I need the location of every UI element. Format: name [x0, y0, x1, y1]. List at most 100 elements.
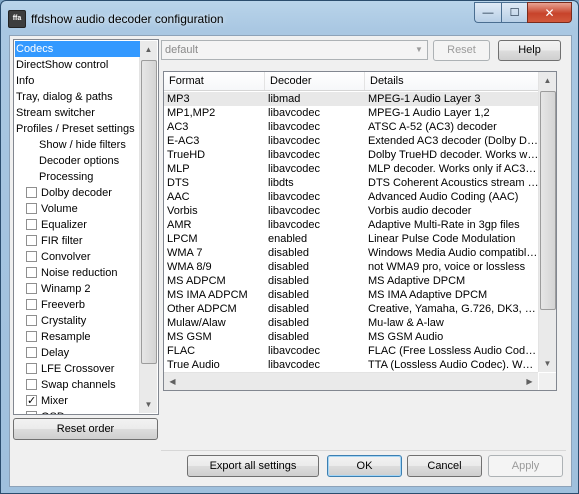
- table-row[interactable]: MS ADPCM disabled MS Adaptive DPCM: [164, 274, 539, 288]
- nav-item-osd[interactable]: OSD: [15, 409, 67, 414]
- close-button[interactable]: ✕: [527, 2, 572, 23]
- table-horizontal-scrollbar[interactable]: ◀ ▶: [164, 372, 538, 390]
- checkbox-icon[interactable]: [26, 331, 37, 342]
- table-row[interactable]: AC3 libavcodec ATSC A-52 (AC3) decoder: [164, 120, 539, 134]
- nav-item-processing[interactable]: Processing: [15, 169, 95, 185]
- checkbox-icon[interactable]: [26, 267, 37, 278]
- scroll-up-icon[interactable]: ▲: [539, 72, 556, 89]
- decoder-cell[interactable]: disabled: [265, 274, 365, 288]
- column-header-format[interactable]: Format: [164, 72, 265, 90]
- decoder-cell[interactable]: libmad: [265, 92, 365, 106]
- checkbox-icon[interactable]: [26, 187, 37, 198]
- scroll-down-icon[interactable]: ▼: [140, 396, 157, 413]
- checkbox-icon[interactable]: [26, 219, 37, 230]
- nav-item-directshow-control[interactable]: DirectShow control: [15, 57, 110, 73]
- scroll-left-icon[interactable]: ◀: [164, 373, 181, 390]
- checkbox-icon[interactable]: [26, 411, 37, 414]
- checkbox-icon[interactable]: [26, 299, 37, 310]
- table-row[interactable]: Vorbis libavcodec Vorbis audio decoder: [164, 204, 539, 218]
- table-row[interactable]: AAC libavcodec Advanced Audio Coding (AAC): [164, 190, 539, 204]
- checkbox-icon[interactable]: [26, 379, 37, 390]
- table-row[interactable]: TrueHD libavcodec Dolby TrueHD decoder. Wo…: [164, 148, 539, 162]
- checkbox-icon[interactable]: [26, 283, 37, 294]
- nav-item-equalizer[interactable]: Equalizer: [15, 217, 89, 233]
- decoder-cell[interactable]: libavcodec: [265, 134, 365, 148]
- table-row[interactable]: MP1,MP2 libavcodec MPEG-1 Audio Layer 1,2: [164, 106, 539, 120]
- decoder-cell[interactable]: libavcodec: [265, 344, 365, 358]
- decoder-cell[interactable]: libavcodec: [265, 120, 365, 134]
- decoder-cell[interactable]: libavcodec: [265, 106, 365, 120]
- decoder-cell[interactable]: disabled: [265, 302, 365, 316]
- nav-item-winamp-2[interactable]: Winamp 2: [15, 281, 93, 297]
- checkbox-icon[interactable]: [26, 235, 37, 246]
- decoder-cell[interactable]: libavcodec: [265, 148, 365, 162]
- nav-item-stream-switcher[interactable]: Stream switcher: [15, 105, 97, 121]
- table-vscroll-thumb[interactable]: [540, 91, 556, 310]
- decoder-cell[interactable]: disabled: [265, 288, 365, 302]
- nav-item-volume[interactable]: Volume: [15, 201, 80, 217]
- export-all-settings-button[interactable]: Export all settings: [187, 455, 319, 477]
- table-row[interactable]: LPCM enabled Linear Pulse Code Modulation: [164, 232, 539, 246]
- table-row[interactable]: WMA 7 disabled Windows Media Audio compati…: [164, 246, 539, 260]
- table-row[interactable]: Mulaw/Alaw disabled Mu-law & A-law: [164, 316, 539, 330]
- decoder-cell[interactable]: libavcodec: [265, 218, 365, 232]
- nav-item-swap-channels[interactable]: Swap channels: [15, 377, 118, 393]
- nav-item-mixer[interactable]: Mixer: [15, 393, 70, 409]
- minimize-button[interactable]: —: [474, 2, 501, 23]
- column-header-decoder[interactable]: Decoder: [265, 72, 365, 90]
- nav-item-fir-filter[interactable]: FIR filter: [15, 233, 85, 249]
- nav-item-lfe-crossover[interactable]: LFE Crossover: [15, 361, 116, 377]
- nav-item-decoder-options[interactable]: Decoder options: [15, 153, 121, 169]
- table-row[interactable]: MP3 libmad MPEG-1 Audio Layer 3: [164, 92, 539, 106]
- decoder-cell[interactable]: libavcodec: [265, 204, 365, 218]
- table-row[interactable]: E-AC3 libavcodec Extended AC3 decoder (Dol…: [164, 134, 539, 148]
- nav-item-codecs[interactable]: Codecs: [15, 41, 140, 57]
- nav-vertical-scrollbar[interactable]: ▲ ▼: [139, 41, 157, 413]
- table-row[interactable]: DTS libdts DTS Coherent Acoustics stream d…: [164, 176, 539, 190]
- scroll-down-icon[interactable]: ▼: [539, 355, 556, 372]
- nav-item-noise-reduction[interactable]: Noise reduction: [15, 265, 119, 281]
- decoder-cell[interactable]: libavcodec: [265, 358, 365, 372]
- help-button[interactable]: Help: [498, 40, 561, 61]
- checkbox-icon[interactable]: [26, 251, 37, 262]
- checkbox-icon[interactable]: [26, 363, 37, 374]
- nav-item-info[interactable]: Info: [15, 73, 36, 89]
- checkbox-icon[interactable]: [26, 393, 37, 409]
- table-row[interactable]: True Audio libavcodec TTA (Lossless Audio …: [164, 358, 539, 372]
- column-header-details[interactable]: Details: [365, 72, 539, 90]
- nav-item-tray-dialog-paths[interactable]: Tray, dialog & paths: [15, 89, 115, 105]
- scroll-up-icon[interactable]: ▲: [140, 41, 157, 58]
- nav-item-resample[interactable]: Resample: [15, 329, 93, 345]
- codec-table[interactable]: Format Decoder Details MP3 libmad MPEG-1 A…: [163, 71, 557, 391]
- nav-item-crystality[interactable]: Crystality: [15, 313, 88, 329]
- decoder-cell[interactable]: libavcodec: [265, 190, 365, 204]
- table-row[interactable]: MS IMA ADPCM disabled MS IMA Adaptive DPCM: [164, 288, 539, 302]
- checkbox-icon[interactable]: [26, 203, 37, 214]
- settings-page-list[interactable]: ▲ ▼ Codecs DirectShow control Info Tray, di…: [13, 39, 159, 415]
- table-row[interactable]: WMA 8/9 disabled not WMA9 pro, voice or lo…: [164, 260, 539, 274]
- reset-order-button[interactable]: Reset order: [13, 418, 158, 440]
- nav-item-show-hide-filters[interactable]: Show / hide filters: [15, 137, 128, 153]
- title-bar[interactable]: ffa ffdshow audio decoder configuration …: [1, 1, 578, 35]
- table-row[interactable]: Other ADPCM disabled Creative, Yamaha, G.7…: [164, 302, 539, 316]
- cancel-button[interactable]: Cancel: [407, 455, 482, 477]
- decoder-cell[interactable]: disabled: [265, 246, 365, 260]
- table-row[interactable]: MLP libavcodec MLP decoder. Works only if …: [164, 162, 539, 176]
- ok-button[interactable]: OK: [327, 455, 402, 477]
- decoder-cell[interactable]: libavcodec: [265, 162, 365, 176]
- table-row[interactable]: MS GSM disabled MS GSM Audio: [164, 330, 539, 344]
- decoder-cell[interactable]: disabled: [265, 330, 365, 344]
- nav-item-profiles-preset-settings[interactable]: Profiles / Preset settings: [15, 121, 137, 137]
- checkbox-icon[interactable]: [26, 315, 37, 326]
- decoder-cell[interactable]: disabled: [265, 260, 365, 274]
- checkbox-icon[interactable]: [26, 347, 37, 358]
- decoder-cell[interactable]: libdts: [265, 176, 365, 190]
- table-row[interactable]: AMR libavcodec Adaptive Multi-Rate in 3gp …: [164, 218, 539, 232]
- maximize-button[interactable]: ☐: [501, 2, 527, 23]
- decoder-cell[interactable]: enabled: [265, 232, 365, 246]
- nav-item-dolby-decoder[interactable]: Dolby decoder: [15, 185, 114, 201]
- nav-item-delay[interactable]: Delay: [15, 345, 71, 361]
- scroll-right-icon[interactable]: ▶: [521, 373, 538, 390]
- nav-scroll-thumb[interactable]: [141, 60, 157, 364]
- nav-item-freeverb[interactable]: Freeverb: [15, 297, 87, 313]
